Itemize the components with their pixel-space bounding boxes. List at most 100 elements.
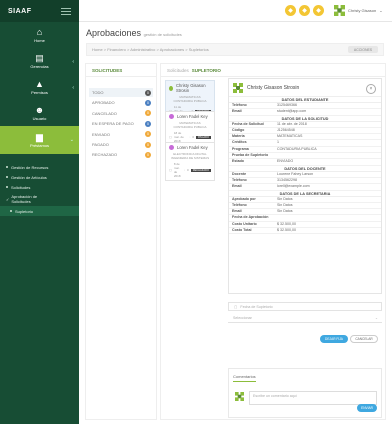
- detail-value: $ 32.500,00: [277, 221, 296, 226]
- status-item[interactable]: RECHAZADO 0: [89, 150, 153, 159]
- detail-value: J12564548: [277, 127, 295, 132]
- user-menu[interactable]: Christy Gisason ⌄: [334, 5, 383, 16]
- detail-key: Email: [232, 184, 242, 189]
- status-item[interactable]: ENVIADO 0: [89, 130, 153, 139]
- comment-input[interactable]: Escribe un comentario aquí: [249, 391, 377, 405]
- briefcase-icon: ▆: [36, 132, 43, 142]
- request-name-text: Christy Gisason Strosin: [176, 83, 206, 93]
- detail-key: Costo Unitario: [232, 221, 257, 226]
- status-count-badge: 0: [145, 141, 151, 148]
- status-item[interactable]: CANCELADO 0: [89, 109, 153, 118]
- detail-key: Costo Total: [232, 228, 252, 233]
- request-name: Loren Fadel Key: [169, 114, 211, 119]
- sidebar-sub-articulos[interactable]: Gestión de Artículos: [0, 172, 79, 182]
- detail-key: Código: [232, 127, 245, 132]
- menu-toggle-icon[interactable]: [61, 7, 71, 15]
- send-button[interactable]: ENVIAR: [357, 404, 377, 412]
- home-icon: ⌂: [36, 27, 43, 37]
- sidebar-item-label: Home: [34, 38, 45, 43]
- sidebar-sub-supletorio[interactable]: Supletorio: [0, 206, 79, 216]
- detail-key: Prueba de Supletorio: [232, 153, 269, 158]
- sidebar-sub-aprobacion[interactable]: ✓ Aprobación de Solicitudes: [0, 192, 79, 206]
- date-field[interactable]: ▢ Fecha de Supletorio: [228, 302, 382, 311]
- request-program: CONTADURIA PUBLICA: [173, 99, 207, 103]
- bullet-icon: [6, 166, 8, 168]
- message-icon[interactable]: ◆: [313, 5, 324, 16]
- notification-icons: ◆ ◆ ◆: [285, 5, 324, 16]
- status-item[interactable]: EN ESPERA DE PAGO 0: [89, 119, 153, 128]
- detail-header: Christy Gisason Strosin: [229, 79, 381, 97]
- request-card[interactable]: Loren Fadel Key MATEMATICAS CONTADURIA PUB…: [165, 111, 215, 146]
- cancel-button[interactable]: CANCELAR: [350, 335, 378, 343]
- request-detail: Christy Gisason Strosin × DATOS DEL ESTU…: [228, 78, 382, 294]
- status-label: PAGADO: [92, 142, 109, 147]
- sidebar-item-prestamos[interactable]: ▆ Préstamos ⌄: [0, 126, 79, 154]
- status-header: SOLICITUDES: [86, 64, 156, 77]
- sidebar-sub-label: Gestión de Recursos: [11, 164, 49, 170]
- logo-icon: [235, 392, 244, 401]
- status-label: ENVIADO: [92, 131, 111, 137]
- detail-value: MATEMATICAS: [277, 134, 303, 139]
- sidebar-item-label: Gerencias: [30, 64, 49, 69]
- sidebar-item-usuario[interactable]: ☻ Usuario: [0, 100, 79, 126]
- request-comment-count: 0: [187, 168, 189, 172]
- request-program: INGENIERIA DE SISTEMAS: [170, 156, 210, 160]
- sidebar-item-home[interactable]: ⌂ Home: [0, 22, 79, 48]
- tab-comments[interactable]: Comentarios: [233, 374, 256, 382]
- sidebar-item-permisos[interactable]: ▲ Permisos ‹: [0, 74, 79, 100]
- detail-value: 1: [277, 140, 279, 145]
- brand-logo: SIAAF: [8, 7, 32, 15]
- detail-value: $ 32.500,00: [277, 228, 296, 233]
- detail-key: Fecha de Aprobación: [232, 215, 269, 220]
- sidebar-header: SIAAF: [0, 0, 79, 22]
- page-title: Aprobaciones gestión de solicitudes: [86, 28, 182, 38]
- detail-value: student@app.com: [277, 109, 307, 114]
- sidebar-sub-solicitudes[interactable]: Solicitudes: [0, 182, 79, 192]
- request-program: CONTADURIA PUBLICA: [173, 125, 207, 129]
- sidebar-sub-recursos[interactable]: Gestión de Recursos: [0, 162, 79, 172]
- request-name-text: Loren Fadel Key: [177, 114, 208, 119]
- avatar: [169, 114, 174, 119]
- chevron-down-icon: ⌄: [374, 316, 378, 320]
- detail-key: Programa: [232, 146, 249, 151]
- status-item[interactable]: TODO 0: [89, 88, 153, 97]
- detail-key: Email: [232, 109, 242, 114]
- actions-button[interactable]: ACCIONES: [348, 46, 378, 53]
- sidebar-item-label: Préstamos: [29, 143, 50, 148]
- calendar-icon: ▢: [234, 304, 238, 309]
- detail-value: Sin Datos: [277, 196, 293, 201]
- detail-value: 3125469366: [277, 103, 297, 107]
- status-count-badge: 0: [145, 131, 151, 138]
- user-name: Christy Gisason: [348, 8, 377, 13]
- comment-icon: ◦: [189, 135, 191, 139]
- main-label: Solicitudes: [167, 67, 189, 73]
- sidebar-sub-label: Aprobación de Solicitudes: [11, 194, 38, 204]
- comment-icon: ◦: [183, 168, 186, 172]
- status-count-badge: 0: [145, 120, 151, 127]
- request-card[interactable]: Loren Fadel Key ELECTRONICA DIGITAL INGENI…: [165, 142, 215, 181]
- alert-icon[interactable]: ◆: [299, 5, 310, 16]
- select-field[interactable]: Seleccionar ⌄: [228, 314, 382, 323]
- sidebar-sub-label: Gestión de Artículos: [11, 174, 47, 180]
- status-item[interactable]: APROBADO 0: [89, 98, 153, 107]
- user-logo-icon: [334, 5, 345, 16]
- detail-key: Docente: [232, 171, 247, 176]
- sidebar-item-gerencias[interactable]: ▤ Gerencias ‹: [0, 48, 79, 74]
- status-badge: PAGADO: [196, 135, 211, 139]
- detail-key: Estado: [232, 159, 244, 164]
- detail-value: ENVIADO: [277, 159, 294, 164]
- status-item[interactable]: PAGADO 0: [89, 140, 153, 149]
- check-icon: ✓: [6, 196, 10, 202]
- status-count-badge: 0: [145, 89, 151, 96]
- detail-value: 3134562298: [277, 177, 297, 182]
- detail-key: Créditos: [232, 140, 247, 145]
- detail-value: Sin Datos: [277, 209, 293, 214]
- approve-button[interactable]: DEJAR FIJA: [320, 335, 348, 343]
- bell-icon[interactable]: ◆: [285, 5, 296, 16]
- detail-value: Lourene Fahey Larson: [277, 171, 314, 176]
- breadcrumb: Home > Financiero > Administrativo > Apr…: [86, 43, 384, 56]
- status-badge: RECHAZADO: [190, 168, 211, 172]
- status-label: APROBADO: [92, 100, 115, 106]
- close-icon[interactable]: ×: [366, 84, 376, 94]
- breadcrumb-text[interactable]: Home > Financiero > Administrativo > Apr…: [92, 47, 209, 52]
